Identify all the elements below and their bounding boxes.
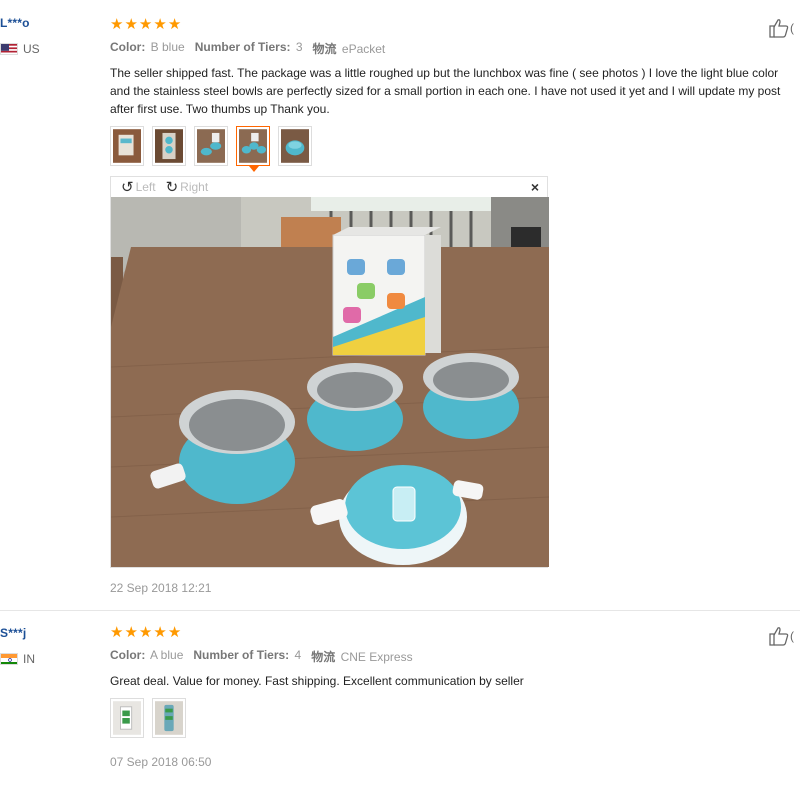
attr-color: Color: B blue — [110, 40, 185, 54]
review-photo — [111, 197, 549, 567]
attr-shipping: 物流 CNE Express — [311, 650, 413, 664]
attr-shipping: 物流 ePacket — [312, 42, 386, 56]
star-icon: ★ — [167, 624, 182, 641]
reviewer-name[interactable]: S***j — [0, 626, 26, 640]
rotate-right-icon: ↻ — [165, 179, 179, 196]
photo-thumbnail[interactable] — [110, 698, 144, 738]
rotate-right-button[interactable]: ↻ Right — [166, 178, 209, 196]
star-icon: ★ — [110, 624, 124, 641]
star-icon: ★ — [138, 16, 153, 33]
attr-tiers: Number of Tiers: 3 — [194, 40, 303, 54]
star-icon: ★ — [153, 16, 167, 33]
attr-tiers: Number of Tiers: 4 — [193, 648, 302, 662]
star-icon: ★ — [138, 624, 153, 641]
star-icon: ★ — [110, 16, 124, 33]
star-icon: ★ — [124, 16, 138, 33]
order-attributes: Color: B blue Number of Tiers: 3 物流 ePac… — [110, 40, 385, 57]
photo-viewer-toolbar: ↺ Left ↻ Right × — [111, 177, 547, 197]
photo-thumbnail[interactable] — [278, 126, 312, 166]
review-date: 07 Sep 2018 06:50 — [110, 755, 212, 769]
star-icon: ★ — [167, 16, 182, 33]
country-code: IN — [23, 652, 35, 666]
star-rating: ★ ★ ★ ★ ★ — [110, 17, 181, 32]
review-date: 22 Sep 2018 12:21 — [110, 581, 212, 595]
helpful-button[interactable]: ( — [768, 626, 794, 646]
review-text: The seller shipped fast. The package was… — [110, 66, 781, 116]
attr-color: Color: A blue — [110, 648, 184, 662]
star-rating: ★ ★ ★ ★ ★ — [110, 625, 181, 640]
helpful-button[interactable]: ( — [768, 18, 794, 38]
review-photo-thumbnails — [110, 698, 186, 738]
us-flag-icon — [0, 43, 18, 55]
photo-thumbnail[interactable] — [152, 126, 186, 166]
review-text: Great deal. Value for money. Fast shippi… — [110, 674, 524, 688]
rotate-left-button[interactable]: ↺ Left — [121, 178, 156, 196]
helpful-count: ( — [790, 629, 794, 643]
helpful-count: ( — [790, 21, 794, 35]
star-icon: ★ — [124, 624, 138, 641]
photo-thumbnail[interactable] — [152, 698, 186, 738]
reviewer-name[interactable]: L***o — [0, 16, 30, 30]
photo-thumbnail[interactable] — [110, 126, 144, 166]
review-item: L***o US ★ ★ ★ ★ ★ Color: B blue Number … — [0, 0, 800, 612]
country-code: US — [23, 42, 40, 56]
photo-viewer: ↺ Left ↻ Right × — [110, 176, 549, 568]
photo-thumbnail-selected[interactable] — [236, 126, 270, 172]
thumbs-up-icon — [769, 627, 789, 646]
star-icon: ★ — [153, 624, 167, 641]
reviewer-country: US — [0, 42, 40, 56]
india-flag-icon — [0, 653, 18, 665]
order-attributes: Color: A blue Number of Tiers: 4 物流 CNE … — [110, 648, 413, 665]
review-photo-thumbnails — [110, 126, 312, 172]
review-item: S***j IN ★ ★ ★ ★ ★ Color: A blue Number … — [0, 612, 800, 800]
rotate-left-icon: ↺ — [121, 179, 134, 196]
photo-thumbnail[interactable] — [194, 126, 228, 166]
thumbs-up-icon — [769, 19, 789, 38]
review-divider — [0, 610, 800, 611]
reviewer-country: IN — [0, 652, 35, 666]
close-viewer-button[interactable]: × — [531, 179, 539, 195]
